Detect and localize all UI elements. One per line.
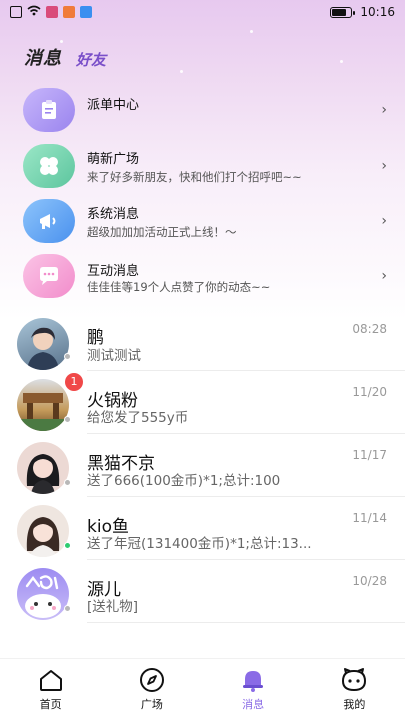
nav-profile[interactable]: 我的: [304, 659, 405, 720]
sys-item-subtitle: 超级加加加活动正式上线！～: [87, 225, 237, 239]
last-message: 测试测试: [87, 348, 141, 364]
sys-item-interactions[interactable]: 互动消息 佳佳佳等19个人点赞了你的动态~~ ›: [0, 248, 405, 304]
offline-dot: [64, 605, 71, 612]
chevron-right-icon: ›: [381, 102, 387, 118]
nav-messages-label: 消息: [242, 698, 265, 711]
clipboard-icon: [23, 88, 75, 132]
tab-friends-label: 好友: [76, 51, 107, 69]
message-time: 10/28: [352, 574, 387, 588]
offline-dot: [64, 353, 71, 360]
clover-icon: [23, 144, 75, 188]
divider: [87, 622, 405, 623]
sys-item-subtitle: 来了好多新朋友，快和他们打个招呼吧~~: [87, 170, 302, 184]
sparkle: [180, 70, 183, 73]
sparkle: [340, 60, 343, 63]
sys-item-title: 系统消息: [87, 207, 140, 222]
sys-item-system-messages[interactable]: 系统消息 超级加加加活动正式上线！～ ›: [0, 193, 405, 249]
status-bar: 10:16: [0, 0, 405, 24]
compass-icon: [138, 667, 166, 693]
message-time: 11/17: [352, 448, 387, 462]
chat-row[interactable]: 黑猫不京 送了666(100金币)*1;总计:100 11/17: [0, 434, 405, 497]
message-time: 11/14: [352, 511, 387, 525]
last-message: 送了666(100金币)*1;总计:100: [87, 473, 281, 489]
avatar: [17, 442, 69, 494]
sys-item-title: 萌新广场: [87, 152, 140, 167]
chat-row[interactable]: 源儿 [送礼物] 10/28: [0, 560, 405, 623]
profile-icon: [340, 667, 368, 693]
avatar: [17, 568, 69, 620]
app-notification-icon: [63, 6, 75, 18]
offline-dot: [64, 416, 71, 423]
nav-profile-label: 我的: [343, 698, 366, 711]
message-time: 08:28: [352, 322, 387, 336]
last-message: 给您发了555y币: [87, 410, 189, 426]
avatar: [17, 379, 69, 431]
wifi-icon: [27, 5, 41, 19]
sys-item-newbie-square[interactable]: 萌新广场 来了好多新朋友，快和他们打个招呼吧~~ ›: [0, 138, 405, 194]
chat-row[interactable]: kio鱼 送了年冠(131400金币)*1;总计:13... 11/14: [0, 497, 405, 560]
nav-home[interactable]: 首页: [0, 659, 101, 720]
nav-square[interactable]: 广场: [101, 659, 202, 720]
sys-item-dispatch[interactable]: 派单中心 ›: [0, 82, 405, 138]
battery-icon: [330, 6, 356, 18]
app-notification-icon: [46, 6, 58, 18]
message-time: 11/20: [352, 385, 387, 399]
online-dot: [64, 542, 71, 549]
chat-row[interactable]: 1 火锅粉 给您发了555y币 11/20: [0, 371, 405, 434]
app-notification-icon: [80, 6, 92, 18]
nav-messages[interactable]: 消息: [203, 659, 304, 720]
bell-icon: [239, 667, 267, 693]
sparkle: [60, 40, 63, 43]
sys-item-title: 互动消息: [87, 264, 140, 279]
clock: 10:16: [360, 5, 395, 19]
avatar: [17, 505, 69, 557]
header-tabs: 消息 好友: [22, 44, 106, 72]
megaphone-icon: [23, 199, 75, 243]
chevron-right-icon: ›: [381, 213, 387, 229]
last-message: [送礼物]: [87, 599, 139, 615]
home-icon: [37, 667, 65, 693]
unread-badge: 1: [65, 373, 83, 391]
chat-row[interactable]: 鹏 测试测试 08:28: [0, 308, 405, 371]
bottom-nav: 首页 广场 消息 我的: [0, 658, 405, 720]
tab-friends[interactable]: 好友: [76, 49, 106, 70]
sys-item-subtitle: 佳佳佳等19个人点赞了你的动态~~: [87, 280, 271, 294]
sparkle: [250, 30, 253, 33]
last-message: 送了年冠(131400金币)*1;总计:13...: [87, 536, 312, 552]
chevron-right-icon: ›: [381, 158, 387, 174]
avatar: [17, 318, 69, 370]
chat-icon: [23, 254, 75, 298]
tab-messages[interactable]: 消息: [22, 44, 68, 72]
offline-dot: [64, 479, 71, 486]
nav-home-label: 首页: [39, 698, 62, 711]
sys-item-title: 派单中心: [87, 98, 140, 113]
tab-messages-label: 消息: [24, 48, 62, 69]
chevron-right-icon: ›: [381, 268, 387, 284]
nav-square-label: 广场: [140, 698, 163, 711]
alert-icon: [10, 6, 22, 18]
